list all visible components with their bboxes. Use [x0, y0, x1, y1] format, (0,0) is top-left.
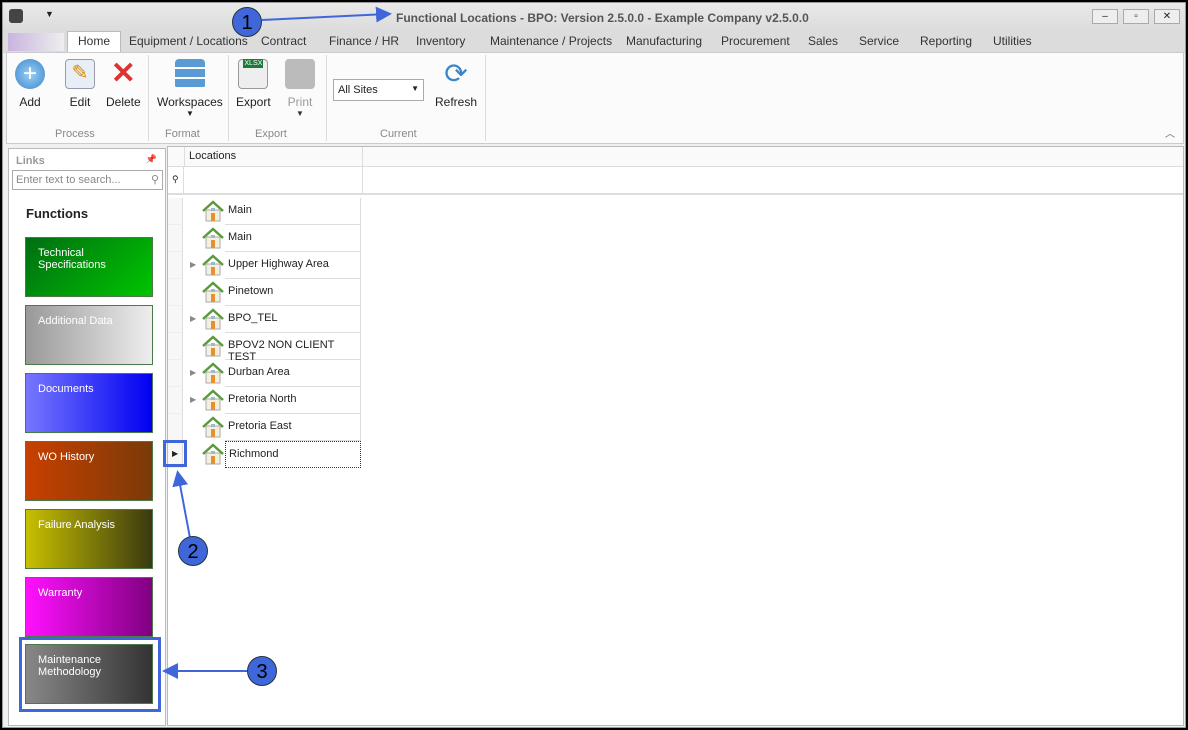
- annotation-badge-3: 3: [247, 656, 277, 686]
- annotation-arrow-2: [172, 470, 191, 539]
- annotation-badge-1: 1: [232, 7, 262, 37]
- annotation-arrows: [162, 6, 392, 679]
- annotation-badge-2: 2: [178, 536, 208, 566]
- annotation-arrow-1: [261, 6, 392, 23]
